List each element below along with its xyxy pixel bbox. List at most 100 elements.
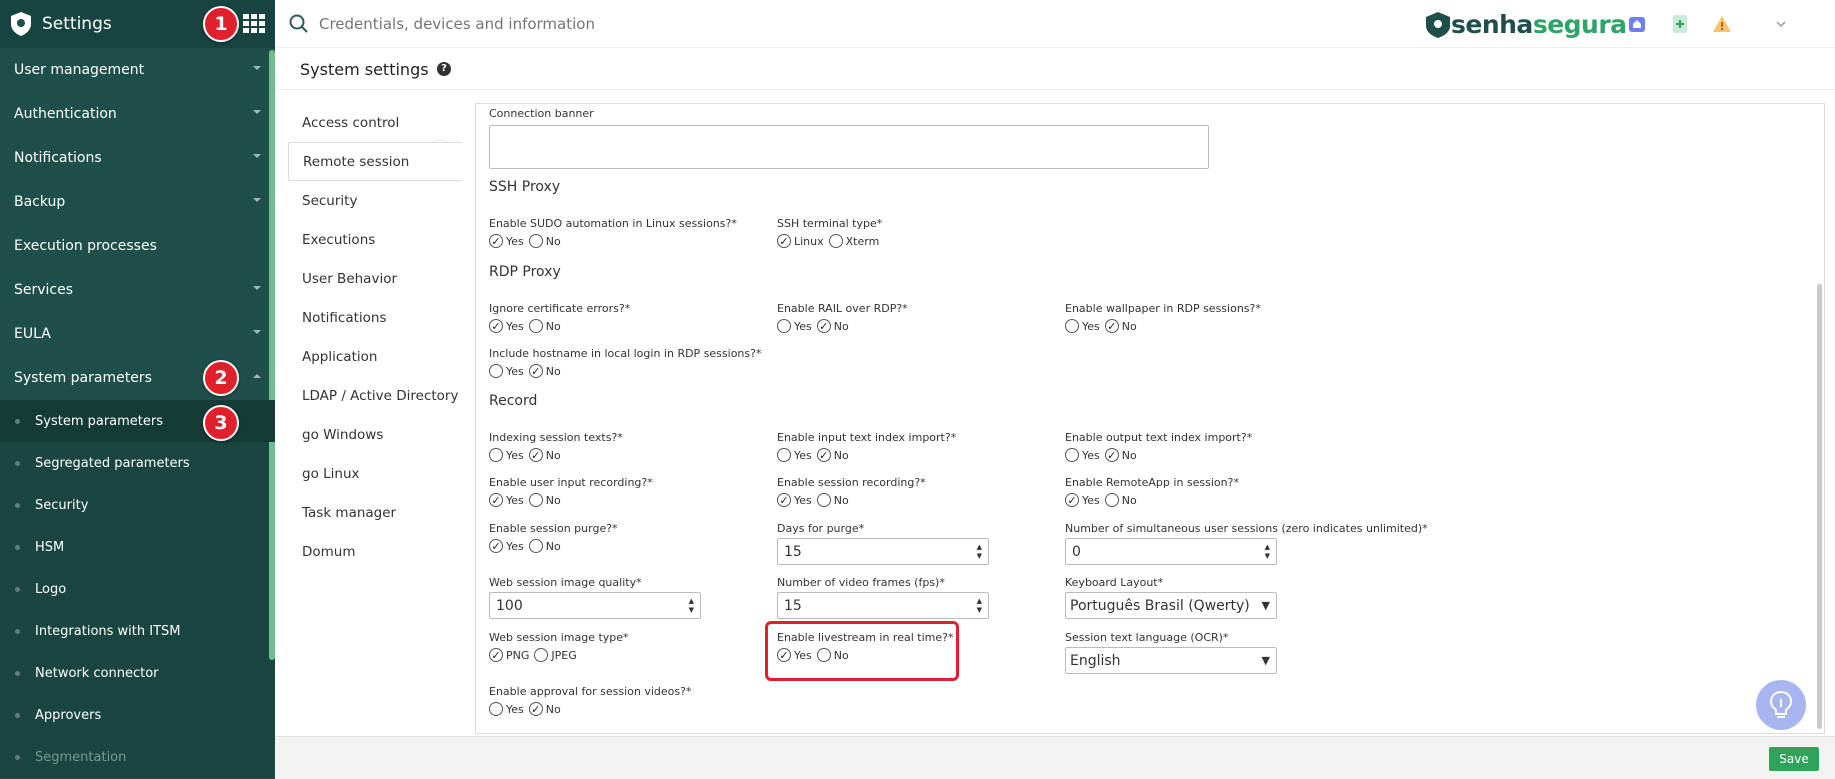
radio-option-yes[interactable]: ✓ Yes	[489, 539, 524, 553]
keyboard-layout-select[interactable]: Português Brasil (Qwerty) ▼	[1065, 592, 1277, 619]
search-input[interactable]	[319, 12, 819, 36]
image-quality-input[interactable]: 100 ▲ ▼	[489, 592, 701, 619]
submenu-item-hsm[interactable]: HSM	[0, 526, 275, 568]
menu-execution-processes[interactable]: Execution processes	[0, 224, 275, 268]
menu-label: Services	[14, 282, 74, 298]
video-frames-input[interactable]: 15 ▲ ▼	[777, 592, 989, 619]
add-icon[interactable]	[1670, 14, 1690, 34]
menu-authentication[interactable]: Authentication	[0, 92, 275, 136]
radio-option-no[interactable]: No	[528, 539, 561, 553]
radio-label: Yes	[794, 493, 812, 507]
submenu-item-approvers[interactable]: Approvers	[0, 694, 275, 736]
radio-option-no[interactable]: ✓ No	[528, 448, 561, 462]
radio-option-yes[interactable]: ✓ Yes	[489, 493, 524, 507]
spinner-icon[interactable]: ▲ ▼	[1265, 543, 1270, 561]
submenu-item-security[interactable]: Security	[0, 484, 275, 526]
submenu-item-segregated-parameters[interactable]: Segregated parameters	[0, 442, 275, 484]
radio-option-no[interactable]: ✓ No	[1104, 448, 1137, 462]
submenu-item-integrations-itsm[interactable]: Integrations with ITSM	[0, 610, 275, 652]
radio-label: Yes	[794, 319, 812, 333]
radio-option-yes[interactable]: ✓ Yes	[1065, 493, 1100, 507]
radio-empty-icon	[816, 648, 831, 662]
page-header: System settings ?	[275, 48, 1835, 90]
days-purge-input[interactable]: 15 ▲ ▼	[777, 538, 989, 565]
radio-empty-icon	[528, 493, 543, 507]
radio-option-png[interactable]: ✓ PNG	[489, 648, 529, 662]
ocr-language-select[interactable]: English ▼	[1065, 647, 1277, 674]
radio-option-jpeg[interactable]: JPEG	[534, 648, 577, 662]
check-glyph: ✓	[491, 234, 501, 248]
tab-task-manager[interactable]: Task manager	[288, 493, 463, 532]
radio-option-no[interactable]: ✓ No	[528, 702, 561, 716]
spinner-icon[interactable]: ▲ ▼	[977, 543, 982, 561]
simultaneous-sessions-input[interactable]: 0 ▲ ▼	[1065, 538, 1277, 565]
radio-checked-icon: ✓	[528, 448, 543, 462]
chevron-down-icon[interactable]	[1775, 18, 1787, 30]
menu-eula[interactable]: EULA	[0, 312, 275, 356]
radio-option-yes[interactable]: ✓ Yes	[489, 319, 524, 333]
radio-session-purge: ✓ Yes No	[489, 539, 566, 553]
tab-go-windows[interactable]: go Windows	[288, 415, 463, 454]
menu-services[interactable]: Services	[0, 268, 275, 312]
panel-scrollbar[interactable]	[1817, 284, 1822, 729]
menu-label: Backup	[14, 194, 66, 210]
radio-option-no[interactable]: No	[528, 319, 561, 333]
radio-option-xterm[interactable]: Xterm	[828, 234, 879, 248]
help-icon[interactable]: ?	[437, 62, 451, 76]
radio-label: No	[833, 493, 849, 507]
tab-domum[interactable]: Domum	[288, 532, 463, 571]
radio-option-linux[interactable]: ✓ Linux	[777, 234, 824, 248]
radio-option-no[interactable]: No	[528, 234, 561, 248]
warning-icon[interactable]	[1712, 14, 1732, 34]
radio-option-no[interactable]: ✓ No	[528, 364, 561, 378]
tab-ldap[interactable]: LDAP / Active Directory	[288, 376, 463, 415]
menu-notifications[interactable]: Notifications	[0, 136, 275, 180]
radio-option-no[interactable]: ✓ No	[1104, 319, 1137, 333]
menu-user-management[interactable]: User management	[0, 48, 275, 92]
apps-grid-icon[interactable]	[243, 14, 265, 34]
submenu-item-segmentation[interactable]: Segmentation	[0, 736, 275, 778]
bullet-icon	[15, 503, 20, 508]
radio-option-yes[interactable]: Yes	[1065, 319, 1100, 333]
radio-option-no[interactable]: ✓ No	[816, 448, 849, 462]
radio-option-yes[interactable]: Yes	[777, 319, 812, 333]
menu-backup[interactable]: Backup	[0, 180, 275, 224]
radio-option-yes[interactable]: ✓ Yes	[489, 234, 524, 248]
radio-option-yes[interactable]: Yes	[489, 702, 524, 716]
spin-down-glyph: ▼	[976, 552, 982, 560]
submenu-item-logo[interactable]: Logo	[0, 568, 275, 610]
tab-remote-session[interactable]: Remote session	[288, 142, 463, 181]
radio-option-no[interactable]: No	[528, 493, 561, 507]
tab-user-behavior[interactable]: User Behavior	[288, 259, 463, 298]
connection-banner-textarea[interactable]	[489, 125, 1209, 169]
submenu-item-network-connector[interactable]: Network connector	[0, 652, 275, 694]
radio-empty-icon	[816, 493, 831, 507]
spinner-icon[interactable]: ▲ ▼	[977, 597, 982, 615]
radio-option-no[interactable]: No	[1104, 493, 1137, 507]
radio-option-yes[interactable]: Yes	[489, 364, 524, 378]
lightbulb-help-button[interactable]	[1756, 680, 1806, 730]
radio-option-yes[interactable]: Yes	[489, 448, 524, 462]
radio-option-no[interactable]: No	[816, 648, 849, 662]
radio-label: Yes	[794, 448, 812, 462]
tab-go-linux[interactable]: go Linux	[288, 454, 463, 493]
tab-application[interactable]: Application	[288, 337, 463, 376]
search-icon[interactable]	[289, 14, 309, 34]
submenu-label: Network connector	[35, 665, 159, 681]
radio-option-yes[interactable]: Yes	[1065, 448, 1100, 462]
chevron-down-icon	[253, 154, 261, 158]
home-icon[interactable]	[1627, 14, 1647, 34]
menu-label: User management	[14, 62, 145, 78]
tab-notifications[interactable]: Notifications	[288, 298, 463, 337]
spinner-icon[interactable]: ▲ ▼	[689, 597, 694, 615]
save-button[interactable]: Save	[1769, 747, 1819, 771]
radio-option-yes[interactable]: Yes	[777, 448, 812, 462]
radio-option-yes[interactable]: ✓ Yes	[777, 493, 812, 507]
tab-security[interactable]: Security	[288, 181, 463, 220]
radio-option-no[interactable]: ✓ No	[816, 319, 849, 333]
check-glyph: ✓	[491, 539, 501, 553]
tab-executions[interactable]: Executions	[288, 220, 463, 259]
radio-option-yes[interactable]: ✓ Yes	[777, 648, 812, 662]
tab-access-control[interactable]: Access control	[288, 103, 463, 142]
radio-option-no[interactable]: No	[816, 493, 849, 507]
